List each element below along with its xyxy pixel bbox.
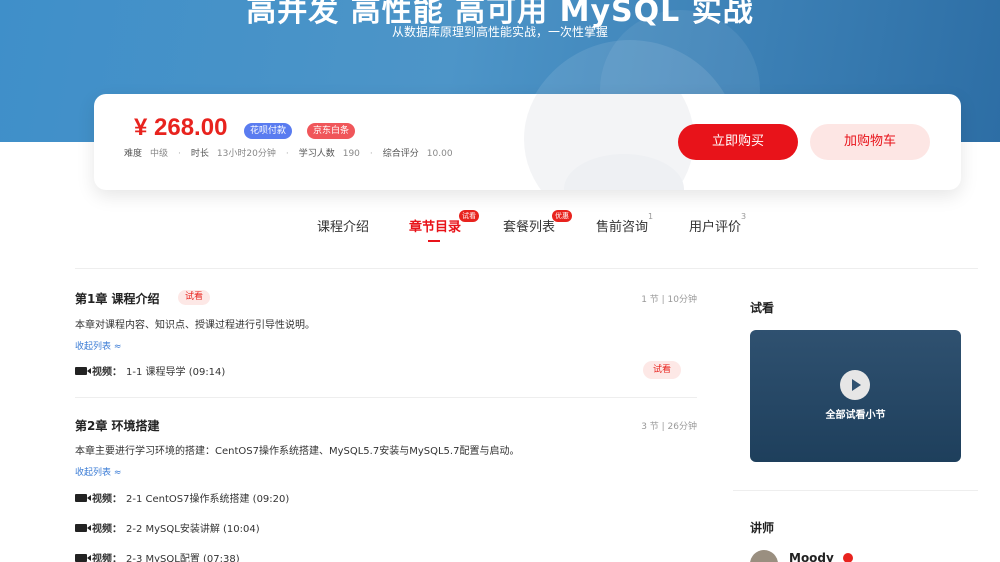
- chapter-block: 第1章 课程介绍 试看 1 节 | 10分钟 本章对课程内容、知识点、授课过程进…: [75, 290, 697, 390]
- tab-packages-badge: 优惠: [552, 210, 572, 222]
- course-price: ¥ 268.00: [134, 114, 228, 141]
- teacher-name[interactable]: Moody: [789, 551, 834, 562]
- tabs-divider: [75, 268, 978, 269]
- video-icon: [75, 367, 91, 375]
- tab-course-intro[interactable]: 课程介绍: [317, 216, 369, 235]
- difficulty-label: 难度: [124, 149, 143, 159]
- chapter-info: 3 节 | 26分钟: [641, 422, 697, 432]
- lesson-title: 2-3 MySQL配置 (07:38): [126, 554, 240, 562]
- chapter-description: 本章对课程内容、知识点、授课过程进行引导性说明。: [75, 320, 315, 331]
- course-subtitle: 从数据库原理到高性能实战，一次性掌握: [391, 25, 608, 39]
- buy-now-button[interactable]: 立即购买: [678, 124, 798, 160]
- lesson-title: 1-1 课程导学 (09:14): [126, 367, 226, 378]
- tab-reviews-count: 3: [741, 212, 747, 221]
- lesson-trial-button[interactable]: 试看: [642, 361, 681, 379]
- course-meta: 难度 中级 · 时长 13小时20分钟 · 学习人数 190 · 综合评分 10.00: [124, 146, 463, 159]
- play-icon[interactable]: [840, 370, 870, 400]
- sidebar-divider: [733, 490, 978, 491]
- installment-badge: 花呗付款: [244, 123, 293, 139]
- chapter-description: 本章主要进行学习环境的搭建：CentOS7操作系统搭建、MySQL5.7安装与M…: [75, 446, 520, 457]
- lesson-type: 视频：: [92, 524, 122, 535]
- students-value: 190: [342, 149, 360, 159]
- tab-user-reviews[interactable]: 用户评价: [689, 216, 741, 235]
- lesson-title: 2-1 CentOS7操作系统搭建 (09:20): [126, 494, 290, 505]
- students-label: 学习人数: [298, 149, 335, 159]
- active-tab-underline: [428, 240, 440, 242]
- lesson-item[interactable]: 视频： 1-1 课程导学 (09:14): [75, 363, 225, 378]
- lesson-type: 视频：: [92, 554, 122, 562]
- lesson-type: 视频：: [92, 367, 122, 378]
- teacher-section-title: 讲师: [750, 521, 775, 535]
- rating-value: 10.00: [426, 149, 453, 159]
- price-card: ¥ 268.00 花呗付款 京东白条 难度 中级 · 时长 13小时20分钟 · 学习人数 1…: [94, 94, 961, 190]
- tab-presale-count: 1: [648, 212, 654, 221]
- lesson-item[interactable]: 视频： 2-3 MySQL配置 (07:38): [75, 550, 240, 562]
- preview-card[interactable]: 全部试看小节: [750, 330, 961, 462]
- chapter-divider: [75, 397, 697, 398]
- lesson-title: 2-2 MySQL安装讲解 (10:04): [126, 524, 260, 535]
- add-to-cart-button[interactable]: 加购物车: [810, 124, 930, 160]
- course-tabs: 课程介绍 章节目录 试看 套餐列表 优惠 售前咨询 1 用户评价 3: [0, 210, 1000, 246]
- duration-label: 时长: [190, 149, 209, 159]
- chapter-title: 第1章 课程介绍: [75, 292, 160, 306]
- meta-separator: ·: [285, 149, 289, 159]
- lesson-item[interactable]: 视频： 2-1 CentOS7操作系统搭建 (09:20): [75, 490, 289, 505]
- lesson-item[interactable]: 视频： 2-2 MySQL安装讲解 (10:04): [75, 520, 260, 535]
- duration-value: 13小时20分钟: [216, 149, 276, 159]
- collapse-list-link[interactable]: 收起列表 ≈: [75, 339, 121, 352]
- video-icon: [75, 554, 91, 562]
- tab-packages[interactable]: 套餐列表: [503, 216, 555, 235]
- difficulty-value: 中级: [150, 149, 169, 159]
- chapter-title: 第2章 环境搭建: [75, 419, 160, 433]
- chapter-info: 1 节 | 10分钟: [641, 295, 697, 305]
- video-icon: [75, 524, 91, 532]
- collapse-list-link[interactable]: 收起列表 ≈: [75, 465, 121, 478]
- preview-section-title: 试看: [750, 301, 775, 315]
- rating-label: 综合评分: [382, 149, 419, 159]
- meta-separator: ·: [178, 149, 181, 159]
- jd-credit-badge: 京东白条: [307, 123, 356, 139]
- teacher-badge-icon: [843, 553, 853, 562]
- chapter-block: 第2章 环境搭建 3 节 | 26分钟 本章主要进行学习环境的搭建：CentOS…: [75, 417, 697, 562]
- tab-chapters-badge: 试看: [459, 210, 479, 222]
- tab-chapters[interactable]: 章节目录: [409, 216, 461, 235]
- preview-all-label: 全部试看小节: [825, 410, 886, 421]
- video-icon: [75, 494, 91, 502]
- teacher-avatar[interactable]: [750, 550, 778, 562]
- lesson-type: 视频：: [92, 494, 122, 505]
- chapter-trial-badge: 试看: [178, 290, 211, 305]
- tab-presale-consult[interactable]: 售前咨询: [596, 216, 648, 235]
- meta-separator: ·: [369, 149, 373, 159]
